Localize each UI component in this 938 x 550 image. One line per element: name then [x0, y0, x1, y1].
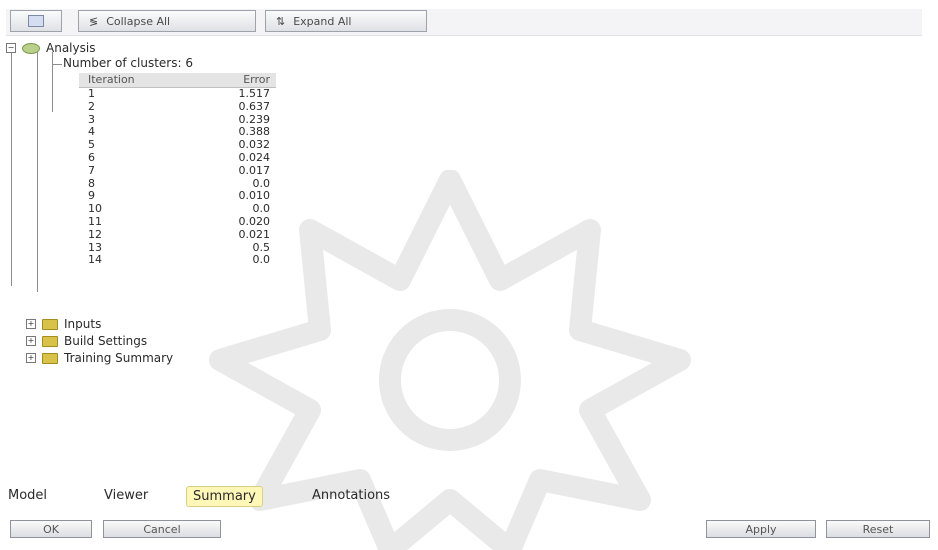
- error-cell: 1.517: [238, 87, 271, 100]
- collapse-all-button[interactable]: ≶ Collapse All: [78, 10, 256, 32]
- clusters-node: Number of clusters: 6: [63, 56, 193, 70]
- error-column-header: Error: [243, 73, 270, 86]
- folder-label: Build Settings: [64, 334, 148, 348]
- tab-summary[interactable]: Summary: [186, 486, 263, 507]
- table-row: 6 0.024: [79, 150, 276, 165]
- expand-all-label: Expand All: [293, 14, 352, 28]
- apply-button[interactable]: Apply: [706, 520, 816, 538]
- clusters-label: Number of clusters: 6: [63, 56, 193, 70]
- view-toggle-button[interactable]: [10, 10, 62, 32]
- table-row: 7 0.017: [79, 163, 276, 178]
- table-row: 2 0.637: [79, 99, 276, 114]
- table-row: 9 0.010: [79, 190, 276, 203]
- folder-icon: [42, 318, 58, 330]
- expand-toggle-icon[interactable]: +: [26, 319, 36, 329]
- tree-folder-build-settings[interactable]: + Build Settings: [26, 334, 147, 348]
- error-cell: 0.021: [238, 227, 271, 241]
- cancel-button[interactable]: Cancel: [103, 520, 221, 538]
- table-row: 11 0.020: [79, 214, 276, 229]
- iteration-column-header: Iteration: [88, 73, 135, 86]
- iteration-cell: 12: [88, 227, 102, 241]
- folder-icon: [42, 352, 58, 364]
- iteration-table: Iteration Error 1 1.517 2 0.637 3 0.239 4 0.…: [79, 73, 276, 267]
- tree-folder-inputs[interactable]: + Inputs: [26, 317, 101, 331]
- window-icon: [28, 15, 44, 27]
- reset-button[interactable]: Reset: [826, 520, 930, 538]
- tree-folder-training-summary[interactable]: + Training Summary: [26, 351, 173, 365]
- collapse-icon: ≶: [89, 14, 99, 28]
- collapse-toggle-icon[interactable]: −: [6, 43, 16, 53]
- error-cell: 0.020: [238, 214, 271, 228]
- table-row: 12 0.021: [79, 227, 276, 242]
- tab-annotations[interactable]: Annotations: [306, 486, 396, 505]
- iteration-cell: 11: [88, 214, 102, 228]
- table-row: 14 0.0: [79, 254, 276, 267]
- tab-viewer[interactable]: Viewer: [98, 486, 154, 505]
- table-row: 1 1.517: [79, 87, 276, 101]
- expand-all-button[interactable]: ⇅ Expand All: [265, 10, 427, 32]
- iteration-cell: 14: [88, 253, 102, 267]
- tree-connector: [52, 52, 53, 112]
- tab-model[interactable]: Model: [2, 486, 53, 505]
- error-cell: 0.637: [238, 99, 271, 113]
- error-cell: 0.0: [252, 253, 271, 267]
- analysis-node[interactable]: − Analysis: [6, 41, 95, 55]
- error-cell: 0.024: [238, 150, 271, 164]
- folder-label: Training Summary: [64, 351, 174, 365]
- iteration-cell: 1: [88, 87, 95, 100]
- collapse-all-label: Collapse All: [106, 14, 171, 28]
- analysis-label: Analysis: [46, 41, 96, 55]
- table-row: 13 0.5: [79, 241, 276, 255]
- tab-bar: Model Viewer Summary Annotations: [0, 486, 560, 508]
- iteration-cell: 6: [88, 150, 95, 164]
- analysis-icon: [22, 42, 40, 54]
- ok-button[interactable]: OK: [10, 520, 92, 538]
- table-header: Iteration Error: [79, 73, 276, 88]
- error-cell: 0.017: [238, 163, 271, 177]
- tree-connector: [37, 52, 38, 292]
- tree-connector: [52, 64, 62, 65]
- toolbar: ≶ Collapse All ⇅ Expand All: [6, 9, 922, 36]
- folder-label: Inputs: [64, 317, 102, 331]
- expand-toggle-icon[interactable]: +: [26, 353, 36, 363]
- iteration-cell: 2: [88, 99, 95, 113]
- iteration-cell: 7: [88, 163, 95, 177]
- folder-icon: [42, 335, 58, 347]
- tree-connector: [11, 48, 12, 286]
- expand-icon: ⇅: [276, 14, 286, 28]
- expand-toggle-icon[interactable]: +: [26, 336, 36, 346]
